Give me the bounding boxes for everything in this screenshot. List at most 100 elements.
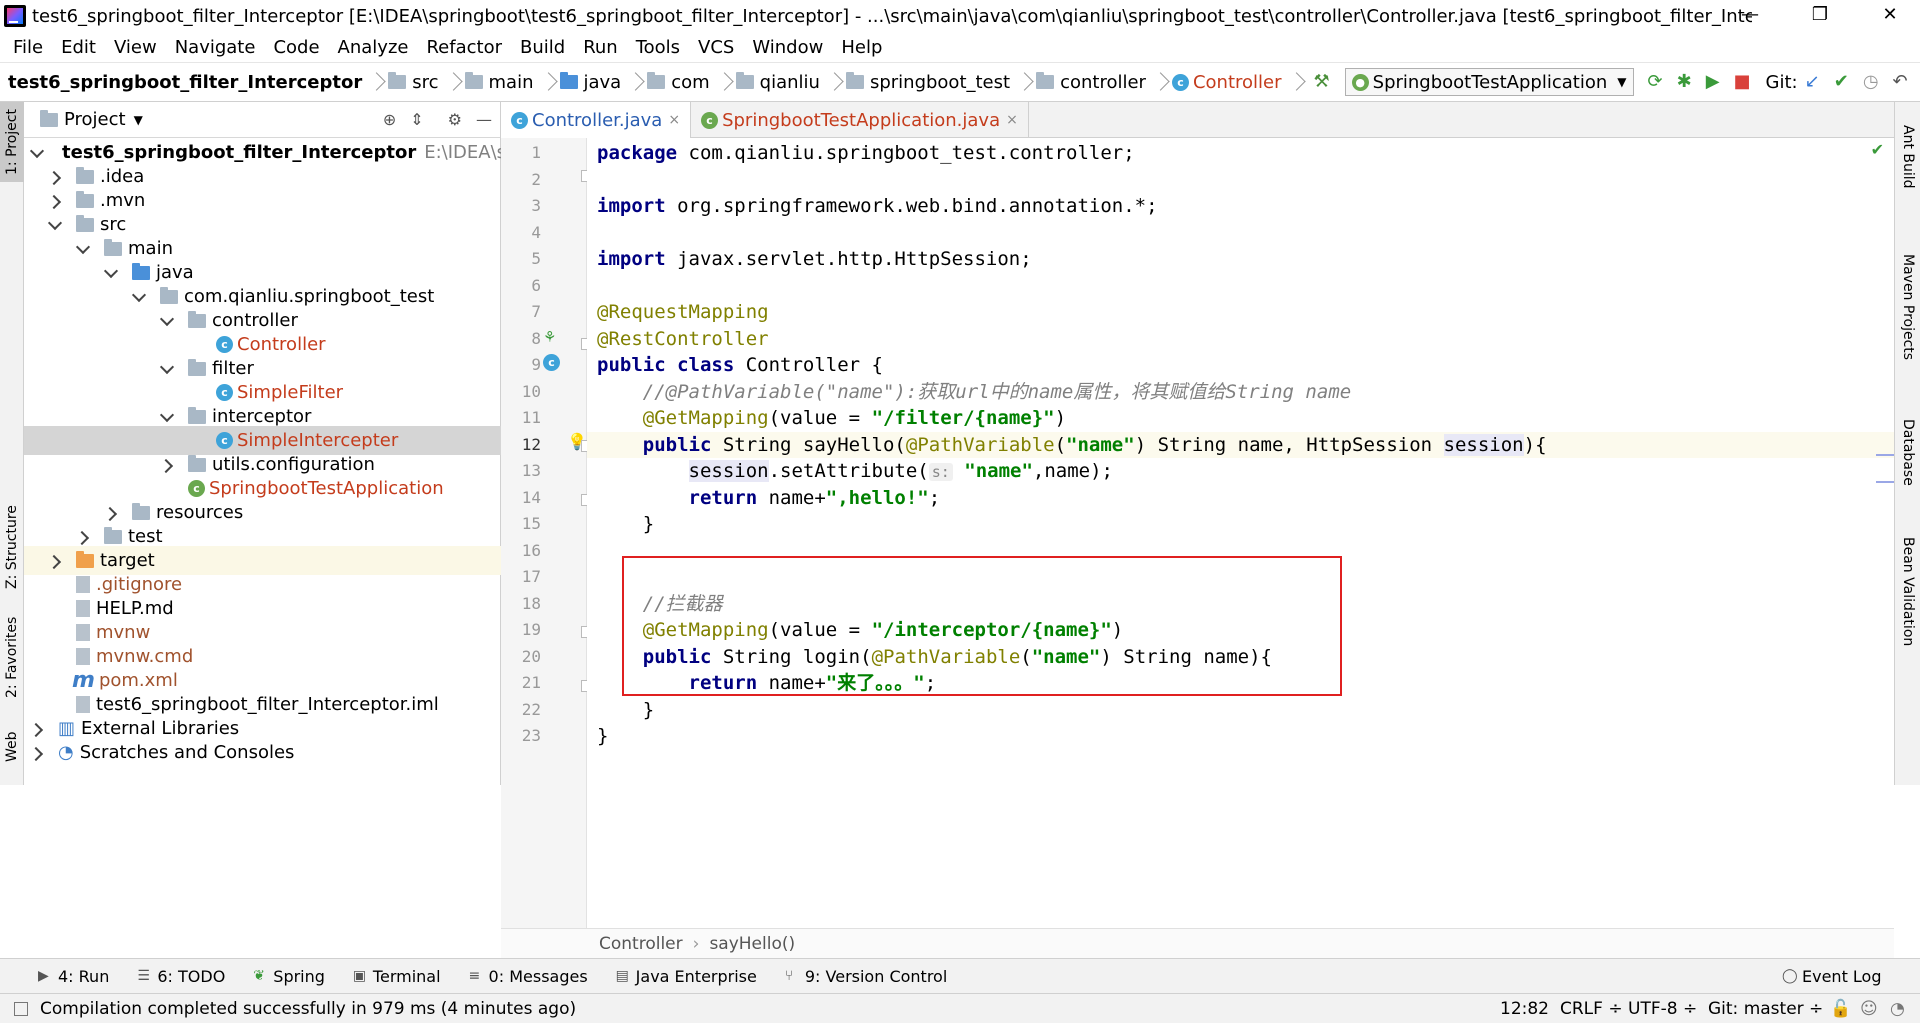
- menu-build[interactable]: Build: [511, 37, 574, 58]
- chevron-down-icon[interactable]: ▼: [134, 113, 143, 127]
- java-enterprise-tool-button[interactable]: ▤ Java Enterprise: [616, 967, 757, 986]
- todo-tool-button[interactable]: ☰ 6: TODO: [137, 967, 225, 986]
- messages-tool-button[interactable]: ≡ 0: Messages: [469, 967, 588, 986]
- menu-run[interactable]: Run: [574, 37, 627, 58]
- event-log-button[interactable]: ◯ Event Log: [1782, 967, 1882, 986]
- git-history-icon[interactable]: ◷: [1863, 71, 1879, 93]
- run-configuration-select[interactable]: ● SpringbootTestApplication ▼: [1344, 68, 1634, 96]
- code-editor[interactable]: package com.qianliu.springboot_test.cont…: [587, 138, 1894, 928]
- git-branch[interactable]: Git: master ÷: [1708, 999, 1823, 1019]
- hide-icon[interactable]: —: [476, 110, 492, 129]
- git-revert-icon[interactable]: ↶: [1893, 71, 1908, 93]
- chevron-down-icon[interactable]: [160, 362, 174, 376]
- breadcrumb-com[interactable]: com: [647, 62, 735, 102]
- chevron-right-icon[interactable]: [48, 170, 62, 184]
- locate-icon[interactable]: ⊕: [383, 110, 396, 129]
- project-tool-tab[interactable]: 1: Project: [0, 102, 24, 182]
- chevron-down-icon[interactable]: [30, 146, 44, 160]
- menu-window[interactable]: Window: [743, 37, 832, 58]
- toggle-tool-windows-icon[interactable]: [14, 1001, 28, 1016]
- chevron-right-icon[interactable]: [30, 722, 44, 736]
- menu-vcs[interactable]: VCS: [689, 37, 743, 58]
- rerun-icon[interactable]: ⟳: [1648, 71, 1663, 93]
- bean-validation-tool-tab[interactable]: Bean Validation: [1895, 522, 1920, 662]
- gear-icon[interactable]: ⚙: [448, 110, 462, 129]
- file-encoding[interactable]: UTF-8 ÷: [1628, 999, 1697, 1019]
- breadcrumb-main[interactable]: main: [464, 62, 560, 102]
- restore-button[interactable]: ❐: [1790, 0, 1850, 32]
- scrollbar-marker[interactable]: [1876, 481, 1894, 483]
- chevron-right-icon[interactable]: [48, 194, 62, 208]
- chevron-right-icon[interactable]: [160, 458, 174, 472]
- favorites-tool-tab[interactable]: 2: Favorites: [0, 612, 24, 702]
- menu-navigate[interactable]: Navigate: [166, 37, 265, 58]
- bean-gutter-icon[interactable]: ⚘: [543, 328, 556, 346]
- code-line-13: session.setAttribute(s: "name",name);: [688, 460, 1113, 482]
- chevron-down-icon[interactable]: [76, 242, 90, 256]
- stop-icon[interactable]: ■: [1734, 71, 1751, 93]
- chevron-down-icon[interactable]: [104, 266, 118, 280]
- minimize-button[interactable]: —: [1720, 0, 1780, 32]
- spring-tool-button[interactable]: ❦ Spring: [253, 967, 325, 986]
- scrollbar-marker[interactable]: [1876, 454, 1894, 456]
- project-panel-title[interactable]: Project: [64, 109, 126, 130]
- breadcrumb-controller[interactable]: controller: [1036, 62, 1172, 102]
- chevron-right-icon[interactable]: [76, 530, 90, 544]
- caret-position[interactable]: 12:82: [1500, 999, 1549, 1019]
- breadcrumb-project[interactable]: test6_springboot_filter_Interceptor: [0, 62, 388, 102]
- version-control-tool-button[interactable]: ⑂ 9: Version Control: [785, 967, 947, 986]
- debug-icon[interactable]: ✱: [1677, 71, 1692, 93]
- status-message[interactable]: Compilation completed successfully in 97…: [40, 999, 576, 1019]
- memory-indicator-icon[interactable]: ◔: [1890, 999, 1905, 1019]
- ant-build-tool-tab[interactable]: Ant Build: [1895, 112, 1920, 202]
- chevron-right-icon: [1016, 68, 1030, 96]
- no-problems-check-icon[interactable]: ✔: [1871, 140, 1884, 159]
- structure-tool-tab[interactable]: Z: Structure: [0, 502, 24, 592]
- chevron-right-icon[interactable]: [104, 506, 118, 520]
- chevron-right-icon[interactable]: [48, 554, 62, 568]
- menu-view[interactable]: View: [105, 37, 166, 58]
- close-button[interactable]: ✕: [1860, 0, 1920, 32]
- tab-controller-java[interactable]: c Controller.java ×: [501, 102, 692, 138]
- chevron-down-icon[interactable]: [48, 218, 62, 232]
- menu-bar: File Edit View Navigate Code Analyze Ref…: [0, 32, 1920, 62]
- editor-breadcrumb-class[interactable]: Controller: [599, 934, 683, 954]
- collapse-all-icon[interactable]: ⇕: [410, 110, 423, 129]
- editor-breadcrumb-method[interactable]: sayHello(): [709, 934, 795, 954]
- lock-icon[interactable]: 🔓: [1830, 999, 1851, 1019]
- git-update-icon[interactable]: ↙: [1805, 71, 1820, 93]
- close-tab-icon[interactable]: ×: [668, 112, 680, 128]
- menu-tools[interactable]: Tools: [627, 37, 689, 58]
- breadcrumb-java[interactable]: java: [559, 62, 648, 102]
- menu-code[interactable]: Code: [264, 37, 328, 58]
- breadcrumb-springboot-test[interactable]: springboot_test: [845, 62, 1036, 102]
- menu-refactor[interactable]: Refactor: [417, 37, 511, 58]
- code-line-12: public String sayHello(@PathVariable("na…: [642, 433, 1547, 456]
- web-tool-tab[interactable]: Web: [0, 722, 24, 772]
- chevron-down-icon[interactable]: [160, 410, 174, 424]
- run-tool-button[interactable]: ▶ 4: Run: [38, 967, 109, 986]
- menu-edit[interactable]: Edit: [52, 37, 105, 58]
- close-tab-icon[interactable]: ×: [1006, 112, 1018, 128]
- line-separator[interactable]: CRLF ÷: [1560, 999, 1623, 1019]
- breadcrumb-qianliu[interactable]: qianliu: [735, 62, 846, 102]
- menu-file[interactable]: File: [4, 37, 52, 58]
- run-coverage-icon[interactable]: ▶: [1706, 71, 1720, 93]
- build-hammer-icon[interactable]: ⚒: [1314, 71, 1330, 93]
- tree-item-scratches[interactable]: ◔ Scratches and Consoles: [24, 738, 501, 767]
- chevron-right-icon[interactable]: [30, 746, 44, 760]
- hector-icon[interactable]: ☺: [1860, 999, 1878, 1019]
- chevron-down-icon[interactable]: [132, 290, 146, 304]
- breadcrumb-controller-class[interactable]: c Controller: [1171, 62, 1308, 102]
- database-tool-tab[interactable]: Database: [1895, 402, 1920, 502]
- spring-gutter-icon[interactable]: c: [543, 354, 560, 371]
- git-commit-icon[interactable]: ✔: [1834, 71, 1849, 93]
- chevron-down-icon[interactable]: [160, 314, 174, 328]
- breadcrumb-src[interactable]: src: [388, 62, 464, 102]
- terminal-tool-button[interactable]: ▣ Terminal: [353, 967, 441, 986]
- menu-help[interactable]: Help: [832, 37, 891, 58]
- tree-item-label: test6_springboot_filter_Interceptor.iml: [96, 694, 439, 715]
- tab-springboot-app-java[interactable]: c SpringbootTestApplication.java ×: [691, 102, 1029, 138]
- menu-analyze[interactable]: Analyze: [329, 37, 418, 58]
- maven-projects-tool-tab[interactable]: Maven Projects: [1895, 232, 1920, 382]
